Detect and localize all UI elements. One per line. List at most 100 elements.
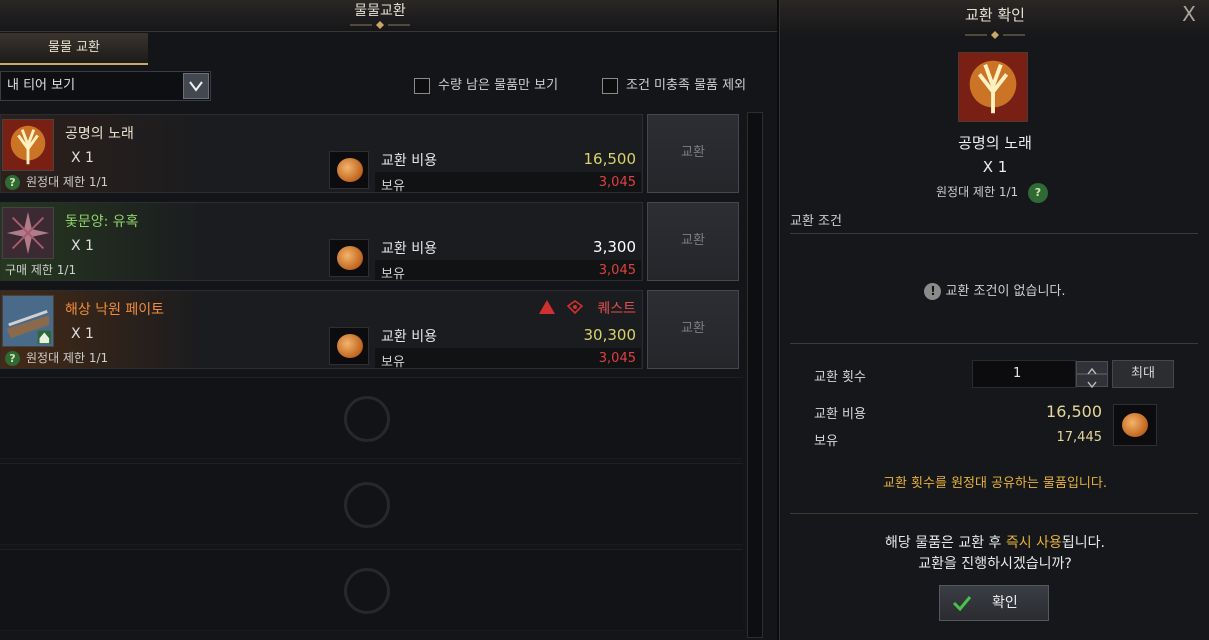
item-name: 공명의 노래 [958,134,1032,152]
close-icon[interactable]: X [1178,3,1200,25]
cost-value: 16,500 [583,150,637,168]
no-conditions-label: 교환 조건이 없습니다. [945,284,1066,299]
cost-label: 교환 비용 [814,407,866,422]
count-label: 교환 횟수 [814,370,866,385]
own-value: 17,445 [1056,430,1103,445]
checkbox-box[interactable] [602,77,618,94]
count-input[interactable]: 1 [972,360,1076,388]
coin-icon [337,246,363,270]
swap-icon [344,568,390,614]
exchange-list: 공명의 노래 X 1 ? 원정대 제한 1/1 교환 비용 16,500 보유 3… [0,112,745,640]
list-item: 해상 낙원 페이토 퀘스트 X 1 ? 원정대 제한 1/1 교환 비용 30,3… [0,290,643,370]
item-name: 공명의 노래 [65,126,134,142]
song-of-resonance-item-icon [958,52,1028,122]
list-scrollbar[interactable] [747,112,763,638]
item-name: 해상 낙원 페이토 [65,302,165,318]
exchange-button[interactable]: 교환 [647,202,739,281]
empty-slot [0,377,743,459]
divider [790,513,1198,514]
cost-value: 30,300 [583,326,637,344]
list-item: 공명의 노래 X 1 ? 원정대 제한 1/1 교환 비용 16,500 보유 3… [0,114,643,194]
item-limit: ? 원정대 제한 1/1 [5,173,108,190]
item-limit-label: 원정대 제한 1/1 [26,175,109,189]
item-limit-label: 원정대 제한 1/1 [26,351,109,365]
own-value: 3,045 [598,175,636,190]
question-icon[interactable]: ? [1027,183,1048,203]
list-item: 돛문양: 유혹 X 1 구매 제한 1/1 교환 비용 3,300 보유 3,0… [0,202,643,282]
exchange-confirm-dialog: 교환 확인 X 공명의 노래 X 1 원정대 제한 1/1 ? 교환 조건 ! 교… [779,0,1209,640]
quest-tag: 퀘스트 [538,298,636,318]
count-increase-button[interactable] [1076,361,1108,375]
dialog-title: 교환 확인 [965,6,1025,24]
filter-remaining-checkbox[interactable]: 수량 남은 물품만 보기 [414,76,558,96]
quest-label: 퀘스트 [597,301,636,317]
item-quantity: X 1 [982,158,1008,176]
currency-icon-box [329,151,369,189]
cost-label: 교환 비용 [381,241,437,257]
window-titlebar: 물물교환 [0,0,777,32]
item-limit: 구매 제한 1/1 [5,263,77,277]
max-button[interactable]: 최대 [1112,360,1174,388]
question-icon[interactable]: ? [5,351,20,366]
item-name: 돛문양: 유혹 [65,214,139,230]
confirm-message: 해당 물품은 교환 후 즉시 사용됩니다. [780,532,1209,552]
empty-slot [0,463,743,545]
title-ornament-icon [350,21,410,29]
cost-value: 3,300 [593,238,636,256]
coin-icon [337,158,363,182]
shared-notice: 교환 횟수를 원정대 공유하는 물품입니다. [883,476,1107,491]
quest-emblem-icon [567,300,584,315]
confirm-button-label: 확인 [992,595,1018,611]
divider [790,233,1198,234]
confirm-question: 교환을 진행하시겠습니까? [918,556,1072,572]
cost-label: 교환 비용 [381,329,437,345]
coin-icon [337,334,363,358]
song-of-resonance-item-icon [2,119,54,171]
window-title: 물물교환 [354,3,406,19]
own-value: 3,045 [598,351,636,366]
item-quantity: X 1 [71,150,94,166]
item-limit: ? 원정대 제한 1/1 [5,349,108,366]
confirm-button[interactable]: 확인 [939,585,1049,621]
divider [790,343,1198,344]
count-decrease-button[interactable] [1076,374,1108,389]
info-icon: ! [924,283,942,300]
swap-icon [344,396,390,442]
cost-label: 교환 비용 [381,153,437,169]
confirm-message-pre: 해당 물품은 교환 후 [885,535,1006,551]
question-icon[interactable]: ? [5,175,20,190]
own-value: 3,045 [598,263,636,278]
item-limit: 원정대 제한 1/1 ? [780,183,1209,203]
island-ship-item-icon [2,295,54,347]
exchange-button[interactable]: 교환 [647,290,739,369]
dialog-titlebar: 교환 확인 X [780,0,1209,39]
filter-remaining-label: 수량 남은 물품만 보기 [438,78,559,93]
chevron-down-icon[interactable] [183,73,209,99]
conditions-heading: 교환 조건 [790,214,842,229]
item-limit-label: 원정대 제한 1/1 [936,185,1019,199]
tab-barter[interactable]: 물물 교환 [0,33,148,65]
sail-emblem-item-icon [2,207,54,259]
title-ornament-icon [965,31,1025,39]
own-label: 보유 [381,355,405,370]
own-label: 보유 [814,434,838,449]
exchange-window: 물물교환 물물 교환 내 티어 보기 수량 남은 물품만 보기 조건 미충족 물… [0,0,777,640]
currency-icon-box [329,239,369,277]
exchange-button[interactable]: 교환 [647,114,739,193]
item-quantity: X 1 [71,326,94,342]
warning-icon [538,300,555,314]
currency-icon-box [329,327,369,365]
chevron-down-icon [1087,381,1097,389]
checkbox-box[interactable] [414,77,430,94]
confirm-message-post: 됩니다. [1061,535,1105,551]
tier-select[interactable]: 내 티어 보기 [0,71,211,101]
filter-unmet-label: 조건 미충족 물품 제외 [626,78,747,93]
own-label: 보유 [381,179,405,194]
coin-icon [1122,413,1148,437]
swap-icon [344,482,390,528]
filter-unmet-checkbox[interactable]: 조건 미충족 물품 제외 [602,76,746,96]
currency-icon-box [1113,404,1157,446]
empty-slot [0,549,743,631]
cost-value: 16,500 [1046,402,1102,421]
checkmark-icon [952,596,972,612]
